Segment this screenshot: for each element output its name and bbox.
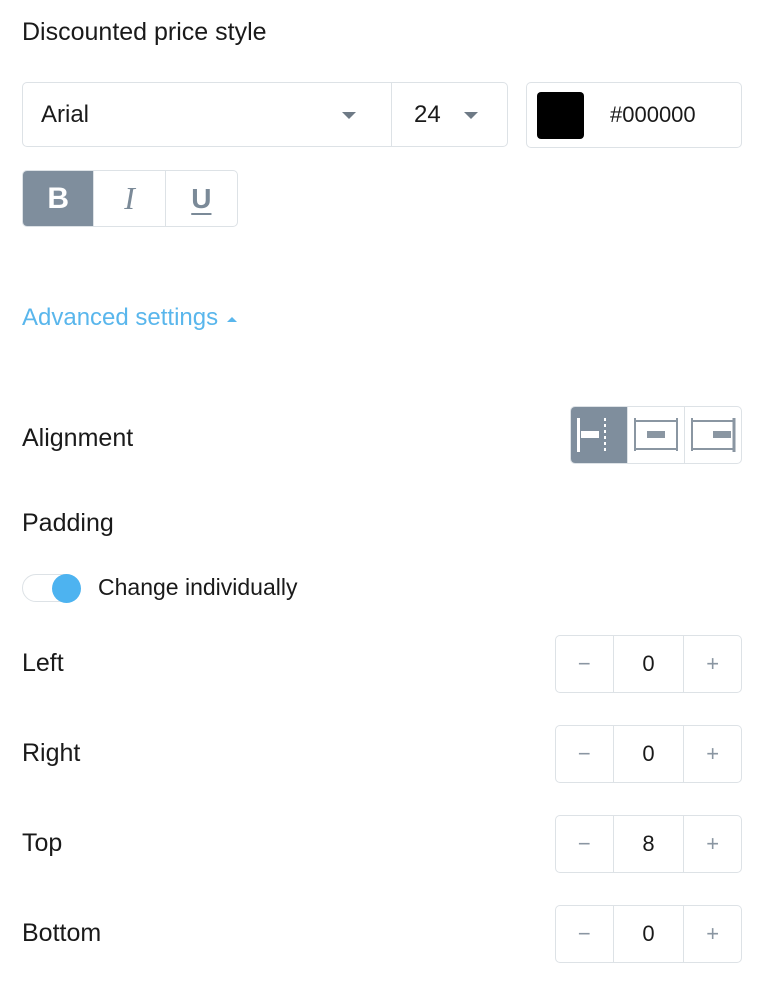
advanced-settings-label: Advanced settings xyxy=(22,304,219,331)
advanced-settings-toggle[interactable]: Advanced settings xyxy=(22,304,238,332)
padding-left-label: Left xyxy=(22,649,64,677)
italic-icon: I xyxy=(124,180,135,216)
increment-button[interactable]: + xyxy=(684,816,741,872)
padding-left-stepper: − 0 + xyxy=(555,635,742,693)
padding-top-label: Top xyxy=(22,829,63,857)
toggle-knob xyxy=(52,574,81,603)
padding-bottom-label: Bottom xyxy=(22,919,102,947)
color-swatch[interactable] xyxy=(537,91,584,139)
font-settings-group: Arial 24 xyxy=(22,82,508,147)
padding-top-value[interactable]: 8 xyxy=(612,816,685,872)
font-size-value: 24 xyxy=(414,100,441,128)
bold-button[interactable]: B xyxy=(23,171,95,226)
align-right-button[interactable] xyxy=(685,407,741,463)
text-style-group: B I U xyxy=(22,170,238,227)
underline-icon: U xyxy=(191,182,212,214)
increment-button[interactable]: + xyxy=(684,726,741,782)
font-family-select[interactable]: Arial xyxy=(23,83,392,146)
change-individually-label: Change individually xyxy=(98,574,298,600)
section-title: Discounted price style xyxy=(22,18,267,46)
align-right-icon xyxy=(691,418,736,452)
padding-left-value[interactable]: 0 xyxy=(612,636,685,692)
padding-right-value[interactable]: 0 xyxy=(612,726,685,782)
padding-label: Padding xyxy=(22,509,114,537)
change-individually-toggle[interactable] xyxy=(22,573,82,603)
bold-icon: B xyxy=(47,181,69,215)
decrement-button[interactable]: − xyxy=(556,726,613,782)
color-picker[interactable]: #000000 xyxy=(526,82,742,148)
italic-button[interactable]: I xyxy=(94,171,166,226)
padding-right-label: Right xyxy=(22,739,81,767)
padding-top-stepper: − 8 + xyxy=(555,815,742,873)
alignment-group xyxy=(570,406,742,464)
decrement-button[interactable]: − xyxy=(556,816,613,872)
alignment-label: Alignment xyxy=(22,424,134,452)
align-center-icon xyxy=(634,418,678,452)
increment-button[interactable]: + xyxy=(684,636,741,692)
chevron-down-icon xyxy=(464,112,478,119)
font-size-select[interactable]: 24 xyxy=(392,83,507,146)
chevron-down-icon xyxy=(342,112,356,119)
color-hex-value[interactable]: #000000 xyxy=(610,102,696,128)
decrement-button[interactable]: − xyxy=(556,636,613,692)
font-family-value: Arial xyxy=(41,100,90,128)
align-center-button[interactable] xyxy=(628,407,685,463)
caret-up-icon xyxy=(227,316,238,322)
underline-button[interactable]: U xyxy=(166,171,237,226)
decrement-button[interactable]: − xyxy=(556,906,613,962)
padding-right-stepper: − 0 + xyxy=(555,725,742,783)
padding-bottom-stepper: − 0 + xyxy=(555,905,742,963)
align-left-icon xyxy=(577,418,606,452)
increment-button[interactable]: + xyxy=(684,906,741,962)
align-left-button[interactable] xyxy=(571,407,628,463)
padding-bottom-value[interactable]: 0 xyxy=(612,906,685,962)
